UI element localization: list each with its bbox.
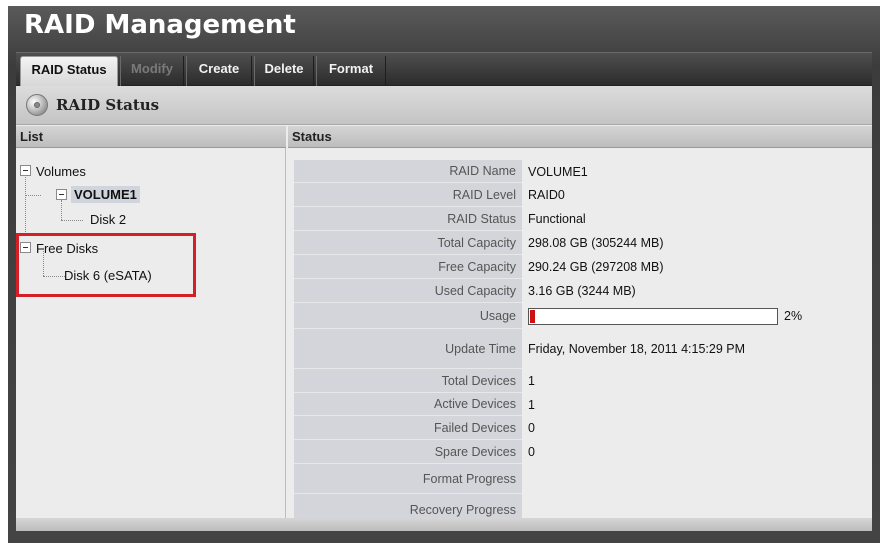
tree-connector bbox=[61, 220, 83, 221]
status-value: 0 bbox=[528, 445, 535, 459]
status-row-usage: Usage 2% bbox=[294, 303, 862, 329]
status-label: RAID Name bbox=[294, 160, 522, 183]
section-title: RAID Status bbox=[56, 96, 160, 114]
status-value: RAID0 bbox=[528, 188, 565, 202]
list-panel: Volumes VOLUME1 Disk 2 Free Disks Disk 6… bbox=[16, 148, 286, 518]
status-label: Format Progress bbox=[294, 464, 522, 494]
status-label: RAID Status bbox=[294, 207, 522, 231]
usage-bar bbox=[528, 308, 778, 325]
status-row-used-capacity: Used Capacity 3.16 GB (3244 MB) bbox=[294, 279, 862, 303]
usage-bar-fill bbox=[530, 310, 535, 323]
tab-create[interactable]: Create bbox=[186, 56, 252, 86]
status-value: 1 bbox=[528, 397, 535, 412]
tree-connector bbox=[61, 200, 62, 220]
status-row-failed-devices: Failed Devices 0 bbox=[294, 416, 862, 440]
status-value: Friday, November 18, 2011 4:15:29 PM bbox=[522, 329, 862, 369]
status-row-total-devices: Total Devices 1 bbox=[294, 369, 862, 393]
content-area: RAID Status List Status Volumes VOLUME1 … bbox=[16, 86, 872, 531]
status-column-header: Status bbox=[288, 126, 872, 148]
status-label: Total Devices bbox=[294, 369, 522, 393]
usage-percent: 2% bbox=[784, 309, 803, 323]
update-time-text: Friday, November 18, 2011 4:15:29 PM bbox=[528, 341, 746, 356]
status-label: Total Capacity bbox=[294, 231, 522, 255]
section-header: RAID Status bbox=[16, 86, 872, 125]
status-row-raid-name: RAID Name VOLUME1 bbox=[294, 160, 862, 183]
status-value: 2% bbox=[522, 303, 862, 329]
status-value: VOLUME1 bbox=[528, 164, 588, 179]
status-value: 3.16 GB (3244 MB) bbox=[528, 284, 636, 298]
status-panel: RAID Name VOLUME1 RAID Level RAID0 RAID … bbox=[288, 148, 872, 526]
status-label: RAID Level bbox=[294, 183, 522, 207]
status-label: Update Time bbox=[294, 329, 522, 369]
collapse-volumes-icon[interactable] bbox=[20, 165, 31, 176]
bottom-strip bbox=[16, 518, 872, 531]
list-column-header: List bbox=[16, 126, 286, 148]
status-row-update-time: Update Time Friday, November 18, 2011 4:… bbox=[294, 329, 862, 369]
status-row-spare-devices: Spare Devices 0 bbox=[294, 440, 862, 464]
status-label: Usage bbox=[294, 303, 522, 329]
tree-connector bbox=[25, 195, 41, 196]
status-row-total-capacity: Total Capacity 298.08 GB (305244 MB) bbox=[294, 231, 862, 255]
tree-node-volume1[interactable]: VOLUME1 bbox=[71, 186, 140, 203]
status-row-free-capacity: Free Capacity 290.24 GB (297208 MB) bbox=[294, 255, 862, 279]
red-highlight-box bbox=[16, 233, 196, 297]
status-row-raid-level: RAID Level RAID0 bbox=[294, 183, 862, 207]
status-label: Active Devices bbox=[294, 393, 522, 416]
status-row-active-devices: Active Devices 1 bbox=[294, 393, 862, 416]
status-label: Used Capacity bbox=[294, 279, 522, 303]
tab-format[interactable]: Format bbox=[316, 56, 386, 86]
status-row-raid-status: RAID Status Functional bbox=[294, 207, 862, 231]
status-value: Functional bbox=[528, 212, 586, 226]
status-value: 290.24 GB (297208 MB) bbox=[528, 260, 664, 274]
tree-node-disk2[interactable]: Disk 2 bbox=[90, 212, 126, 227]
status-label: Free Capacity bbox=[294, 255, 522, 279]
status-value: 298.08 GB (305244 MB) bbox=[528, 236, 664, 250]
raid-management-window: RAID Management RAID Status Modify Creat… bbox=[8, 6, 880, 543]
tab-delete[interactable]: Delete bbox=[254, 56, 314, 86]
disc-icon bbox=[26, 94, 48, 116]
status-value bbox=[522, 464, 862, 494]
app-title: RAID Management bbox=[24, 10, 296, 40]
status-row-format-progress: Format Progress bbox=[294, 464, 862, 494]
collapse-volume1-icon[interactable] bbox=[56, 189, 67, 200]
tree-connector bbox=[25, 169, 26, 236]
status-label: Spare Devices bbox=[294, 440, 522, 464]
status-label: Failed Devices bbox=[294, 416, 522, 440]
status-table: RAID Name VOLUME1 RAID Level RAID0 RAID … bbox=[294, 160, 862, 526]
tab-bar: RAID Status Modify Create Delete Format bbox=[16, 52, 872, 86]
tab-modify: Modify bbox=[120, 56, 184, 86]
usage-meter: 2% bbox=[528, 306, 862, 326]
status-value: 0 bbox=[528, 421, 535, 435]
tree-node-volumes[interactable]: Volumes bbox=[36, 164, 86, 179]
status-value: 1 bbox=[528, 374, 535, 388]
tab-raid-status[interactable]: RAID Status bbox=[20, 56, 118, 86]
